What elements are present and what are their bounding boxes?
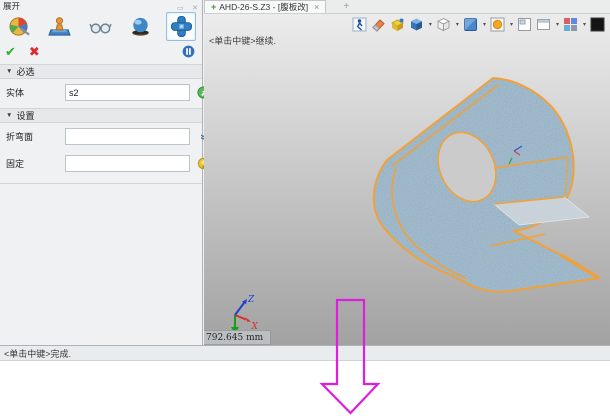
chevron-down-icon[interactable]: ▾: [556, 21, 559, 28]
viewport-layout-icon[interactable]: [536, 17, 551, 32]
stamp-figure-icon[interactable]: [45, 12, 75, 41]
fixed-field-label: 固定: [6, 157, 60, 170]
status-bar: <单击中键>完成.: [0, 345, 610, 361]
document-tab-active[interactable]: + AHD-26-S.Z3 - [腹板改] ×: [204, 0, 326, 13]
z-axis-label: Z: [247, 295, 255, 305]
wireframe-display-icon[interactable]: [436, 17, 451, 32]
section-header-settings[interactable]: ▼ 设置: [0, 108, 202, 123]
fixed-input[interactable]: [65, 155, 190, 172]
palette-icon[interactable]: [4, 12, 34, 41]
cancel-button[interactable]: ✖: [29, 45, 40, 59]
3d-viewport[interactable]: ▾ ▾ ▾ ▾ ▾: [204, 14, 610, 345]
view-orientation-icon[interactable]: [463, 17, 478, 32]
ok-button[interactable]: ✔: [5, 45, 16, 59]
stamp-figure-icon-svg: [48, 15, 71, 38]
section-label: 设置: [16, 109, 34, 122]
panel-titlebar: 展开 ▭ ✕: [0, 0, 202, 11]
chevron-down-icon[interactable]: ▾: [483, 21, 486, 28]
unfold-panel: 展开 ▭ ✕: [0, 0, 203, 345]
bend-face-field-label: 折弯面: [6, 130, 60, 143]
bend-face-input[interactable]: [65, 128, 190, 145]
sphere-icon-svg: [129, 15, 152, 38]
entity-field-row: 实体: [0, 79, 202, 106]
collapse-arrow-icon: ▼: [6, 68, 12, 75]
section-header-required[interactable]: ▼ 必选: [0, 64, 202, 79]
panel-divider: [0, 183, 202, 184]
scale-readout: 792.645 mm: [204, 330, 271, 345]
unfold-flatten-icon-svg: [170, 15, 193, 38]
document-tabbar: + AHD-26-S.Z3 - [腹板改] × +: [204, 0, 610, 14]
sheetmetal-model[interactable]: [204, 14, 610, 345]
paint-bucket-icon[interactable]: [390, 17, 405, 32]
chevron-down-icon[interactable]: ▾: [583, 21, 586, 28]
eraser-icon[interactable]: [371, 17, 386, 32]
small-window-icon[interactable]: [517, 17, 532, 32]
section-label: 必选: [16, 65, 34, 78]
background-color-icon[interactable]: [590, 17, 605, 32]
palette-icon-svg: [8, 15, 31, 38]
part-tab-icon: +: [211, 2, 216, 12]
shaded-display-icon[interactable]: [409, 17, 424, 32]
chevron-down-icon[interactable]: ▾: [456, 21, 459, 28]
panel-title: 展开: [3, 0, 20, 12]
down-arrow-annotation: [318, 296, 384, 418]
coordinate-triad: Z X: [220, 291, 258, 335]
exit-pick-icon[interactable]: [352, 17, 367, 32]
entity-field-label: 实体: [6, 86, 60, 99]
tab-title: AHD-26-S.Z3 - [腹板改]: [219, 1, 308, 13]
entity-input[interactable]: [65, 84, 190, 101]
panel-actions: ✔ ✖: [0, 42, 202, 62]
main-area: + AHD-26-S.Z3 - [腹板改] × +: [204, 0, 610, 345]
fixed-field-row: 固定: [0, 150, 202, 177]
info-icon-svg: [182, 45, 195, 58]
glasses-icon[interactable]: [85, 12, 115, 41]
new-tab-button[interactable]: +: [336, 0, 356, 13]
panel-toolbar: [0, 11, 202, 42]
glasses-icon-svg: [89, 15, 112, 38]
chevron-down-icon[interactable]: ▾: [510, 21, 513, 28]
tab-close-icon[interactable]: ×: [314, 2, 319, 12]
status-message: <单击中键>完成.: [4, 347, 71, 360]
multi-view-icon[interactable]: [563, 17, 578, 32]
sphere-icon[interactable]: [126, 12, 156, 41]
viewport-prompt: <单击中键>继续.: [209, 34, 276, 47]
unfold-flatten-icon[interactable]: [166, 12, 196, 41]
view-toolbar: ▾ ▾ ▾ ▾ ▾: [352, 17, 605, 32]
x-axis-arrow: [245, 317, 251, 322]
render-mode-icon[interactable]: [490, 17, 505, 32]
bend-face-field-row: 折弯面 »: [0, 123, 202, 150]
collapse-arrow-icon: ▼: [6, 112, 12, 119]
chevron-down-icon[interactable]: ▾: [429, 21, 432, 28]
info-icon[interactable]: [182, 45, 195, 58]
panel-minimize-button[interactable]: ▭: [177, 5, 184, 12]
cad-window: 展开 ▭ ✕: [0, 0, 610, 361]
panel-close-button[interactable]: ✕: [192, 5, 198, 12]
app-window: 展开 ▭ ✕: [0, 0, 610, 419]
